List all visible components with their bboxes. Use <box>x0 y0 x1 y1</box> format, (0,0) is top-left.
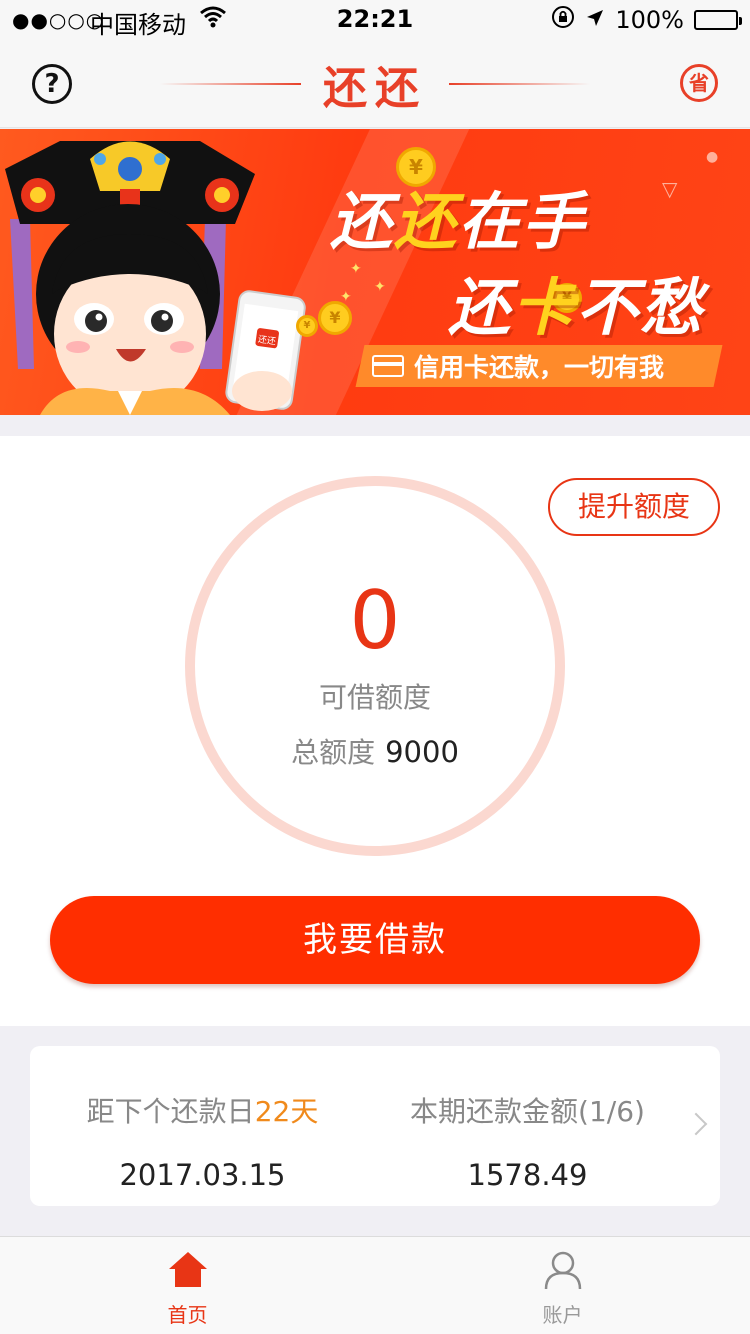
amount-value: 1578.49 <box>467 1158 588 1192</box>
tab-home-label: 首页 <box>167 1303 208 1327</box>
mascot-illustration: 还还 <box>5 141 306 415</box>
credit-card-icon <box>372 355 404 377</box>
navigation-bar: ? 还还 省 <box>0 40 750 128</box>
banner-headline-2: 还卡不愁 <box>448 271 705 344</box>
help-button[interactable]: ? <box>32 64 72 104</box>
coin-icon: ¥ <box>296 315 318 337</box>
battery-percent: 100% <box>615 6 684 34</box>
sparkle-icon: ✦ <box>350 261 362 277</box>
sparkle-icon: ● <box>706 149 719 165</box>
borrow-button[interactable]: 我要借款 <box>50 896 700 984</box>
due-date: 2017.03.15 <box>119 1158 286 1192</box>
tab-home[interactable]: 首页 <box>0 1237 375 1334</box>
battery-icon <box>694 10 742 30</box>
title-decoration-line <box>449 83 590 85</box>
available-credit-value: 0 <box>349 574 401 667</box>
total-credit-label: 总额度 <box>291 736 376 769</box>
total-credit-value: 9000 <box>385 735 459 769</box>
triangle-icon: ▽ <box>662 177 678 201</box>
days-until-due: 距下个还款日22天 <box>86 1095 319 1128</box>
promo-banner[interactable]: 还还 ¥ ¥ ¥ ¥ ✦ ✦ ✦ ▽ ● 还还在手 还卡不愁 信用卡还款，一切有… <box>0 129 750 415</box>
tab-bar: 首页 账户 <box>0 1236 750 1334</box>
nav-title-container: 还还 <box>160 54 590 114</box>
location-arrow-icon <box>585 6 605 34</box>
available-credit-label: 可借额度 <box>318 681 431 714</box>
next-due-column: 距下个还款日22天 2017.03.15 <box>30 1046 375 1206</box>
sparkle-icon: ✦ <box>340 289 352 305</box>
title-decoration-line <box>160 83 301 85</box>
days-remaining: 22天 <box>254 1095 319 1128</box>
total-credit-line: 总额度 9000 <box>0 731 750 771</box>
save-badge-button[interactable]: 省 <box>680 64 718 102</box>
banner-tagline: 信用卡还款，一切有我 <box>372 348 664 384</box>
coin-icon: ¥ <box>318 301 352 335</box>
amount-column: 本期还款金额(1/6) 1578.49 <box>375 1046 720 1206</box>
banner-headline-1: 还还在手 <box>330 185 587 258</box>
app-title: 还还 <box>323 63 427 114</box>
credit-section: 提升额度 0 可借额度 总额度 9000 我要借款 <box>0 436 750 1026</box>
tab-account-label: 账户 <box>542 1303 583 1327</box>
home-icon <box>169 1252 207 1287</box>
person-icon <box>544 1251 582 1290</box>
raise-limit-button[interactable]: 提升额度 <box>548 478 720 536</box>
sparkle-icon: ✦ <box>374 279 386 295</box>
amount-label: 本期还款金额(1/6) <box>410 1095 645 1128</box>
orientation-lock-icon <box>551 5 575 35</box>
status-bar: ●●○○○ 中国移动 22:21 100% <box>0 0 750 40</box>
tab-account[interactable]: 账户 <box>375 1237 750 1334</box>
repayment-card[interactable]: 距下个还款日22天 2017.03.15 本期还款金额(1/6) 1578.49 <box>30 1046 720 1206</box>
